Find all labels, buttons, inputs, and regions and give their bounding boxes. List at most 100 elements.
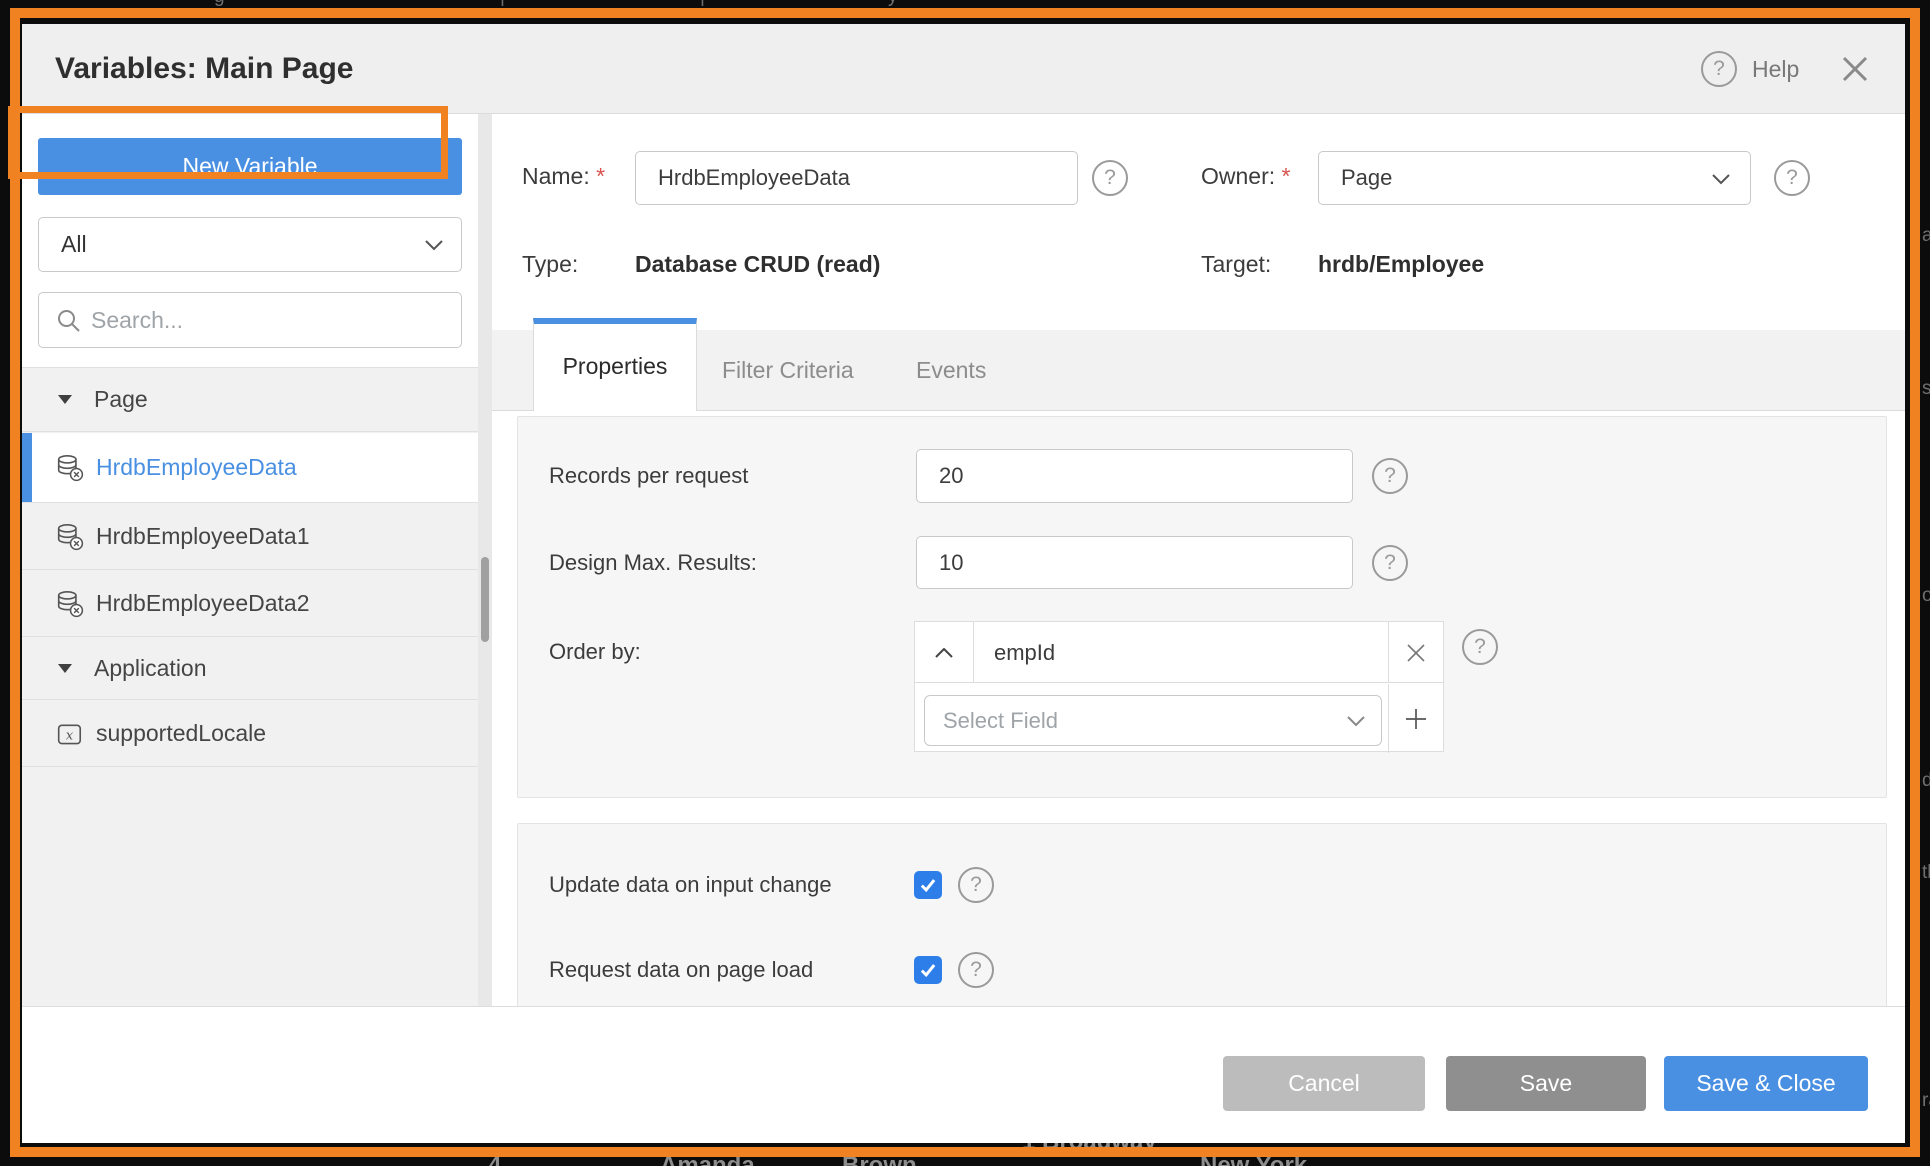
request-on-load-label: Request data on page load bbox=[549, 957, 814, 982]
variable-type-filter-dropdown[interactable]: All bbox=[38, 217, 462, 272]
variables-sidebar: New Variable All Page bbox=[22, 114, 478, 1006]
type-label: Type: bbox=[522, 251, 579, 277]
tree-item-label: HrdbEmployeeData2 bbox=[96, 590, 310, 616]
bg-bottom-row-cell: New York bbox=[1200, 1152, 1308, 1166]
bg-right-fragment: ar bbox=[1922, 225, 1930, 246]
owner-help-icon[interactable]: ? bbox=[1774, 160, 1810, 196]
bg-top-fragment: | bbox=[700, 0, 705, 8]
type-value: Database CRUD (read) bbox=[635, 251, 881, 277]
chevron-down-icon bbox=[425, 240, 443, 251]
tab-events[interactable]: Events bbox=[916, 330, 986, 411]
bg-top-fragment: | bbox=[500, 0, 505, 8]
close-icon[interactable] bbox=[1840, 54, 1870, 89]
tree-item-hrdbemployeedata2[interactable]: HrdbEmployeeData2 bbox=[22, 571, 478, 637]
search-box bbox=[38, 292, 462, 348]
records-per-request-label: Records per request bbox=[549, 463, 749, 488]
tree-item-label: supportedLocale bbox=[96, 720, 267, 746]
select-field-dropdown[interactable]: Select Field bbox=[924, 695, 1382, 746]
owner-value: Page bbox=[1341, 165, 1393, 190]
sort-direction-button[interactable] bbox=[915, 622, 974, 683]
bg-right-fragment: s b bbox=[1922, 378, 1930, 399]
search-input[interactable] bbox=[91, 294, 451, 346]
design-max-results-input[interactable] bbox=[916, 536, 1353, 589]
variables-dialog: Variables: Main Page ? Help New Variable… bbox=[22, 24, 1905, 1143]
properties-panel: Records per request ? Design Max. Result… bbox=[517, 416, 1887, 798]
database-crud-icon bbox=[57, 455, 84, 482]
add-order-field-button[interactable] bbox=[1388, 684, 1443, 753]
caret-up-icon bbox=[935, 647, 953, 658]
tree-item-supportedlocale[interactable]: x supportedLocale bbox=[22, 701, 478, 767]
database-crud-icon bbox=[57, 524, 84, 551]
cancel-button[interactable]: Cancel bbox=[1223, 1056, 1425, 1111]
tree-item-hrdbemployeedata[interactable]: HrdbEmployeeData bbox=[22, 433, 478, 503]
data-options-panel: Update data on input change ? Request da… bbox=[517, 823, 1887, 1007]
bg-right-fragment: ra bbox=[1922, 1090, 1930, 1111]
database-crud-icon bbox=[57, 591, 84, 618]
bg-top-fragment: y bbox=[888, 0, 898, 8]
chevron-down-icon bbox=[1712, 174, 1730, 185]
owner-dropdown[interactable]: Page bbox=[1318, 151, 1751, 205]
variables-tree: Page HrdbEmployeeData HrdbEmployeeData1 … bbox=[22, 367, 478, 1006]
dialog-header: Variables: Main Page ? Help bbox=[22, 24, 1905, 114]
name-input[interactable] bbox=[635, 151, 1078, 205]
required-asterisk: * bbox=[596, 163, 606, 189]
tab-filter-criteria[interactable]: Filter Criteria bbox=[722, 330, 854, 411]
check-icon bbox=[920, 964, 936, 978]
update-on-change-label: Update data on input change bbox=[549, 872, 832, 897]
screenshot-stage: g | | y ar s b or d tle ra me 1 Broadway… bbox=[0, 0, 1930, 1166]
variable-type-filter-value: All bbox=[61, 231, 87, 257]
target-value: hrdb/Employee bbox=[1318, 251, 1485, 277]
order-by-group: empId Select Field bbox=[914, 621, 1444, 753]
request-on-load-help-icon[interactable]: ? bbox=[958, 952, 994, 988]
design-max-results-label: Design Max. Results: bbox=[549, 550, 757, 575]
help-icon[interactable]: ? bbox=[1701, 51, 1737, 87]
triangle-down-icon bbox=[58, 664, 72, 673]
update-on-change-help-icon[interactable]: ? bbox=[958, 867, 994, 903]
svg-text:x: x bbox=[66, 728, 74, 743]
tree-item-label: HrdbEmployeeData1 bbox=[96, 523, 310, 549]
bg-bottom-row-cell: 4 bbox=[488, 1152, 502, 1166]
dialog-title: Variables: Main Page bbox=[55, 52, 354, 85]
tree-group-application[interactable]: Application bbox=[22, 638, 478, 700]
new-variable-button[interactable]: New Variable bbox=[38, 138, 462, 195]
bg-top-fragment: g bbox=[214, 0, 225, 8]
triangle-down-icon bbox=[58, 395, 72, 404]
target-label: Target: bbox=[1201, 251, 1272, 277]
chevron-down-icon bbox=[1347, 716, 1365, 727]
name-label: Name: * bbox=[522, 163, 606, 189]
records-per-request-input[interactable] bbox=[916, 449, 1353, 503]
bg-right-fragment: or bbox=[1922, 585, 1930, 606]
selected-indicator bbox=[22, 433, 32, 502]
save-button[interactable]: Save bbox=[1446, 1056, 1646, 1111]
name-help-icon[interactable]: ? bbox=[1092, 160, 1128, 196]
records-help-icon[interactable]: ? bbox=[1372, 458, 1408, 494]
plus-icon bbox=[1406, 708, 1426, 729]
order-by-field-value[interactable]: empId bbox=[994, 622, 1055, 683]
tree-item-hrdbemployeedata1[interactable]: HrdbEmployeeData1 bbox=[22, 504, 478, 570]
tree-group-page[interactable]: Page bbox=[22, 368, 478, 432]
order-by-help-icon[interactable]: ? bbox=[1462, 629, 1498, 665]
bg-bottom-row-cell: Amanda bbox=[660, 1152, 755, 1166]
tree-item-label: HrdbEmployeeData bbox=[96, 454, 297, 480]
x-icon bbox=[1407, 643, 1425, 662]
max-results-help-icon[interactable]: ? bbox=[1372, 545, 1408, 581]
select-field-placeholder: Select Field bbox=[943, 708, 1058, 733]
remove-order-field-button[interactable] bbox=[1388, 622, 1443, 683]
order-by-label: Order by: bbox=[549, 639, 641, 664]
help-button[interactable]: Help bbox=[1752, 24, 1799, 114]
required-asterisk: * bbox=[1281, 163, 1291, 189]
tree-group-label: Application bbox=[94, 655, 207, 681]
sidebar-scrollbar-thumb[interactable] bbox=[481, 557, 489, 642]
update-on-change-checkbox[interactable] bbox=[914, 871, 942, 899]
order-by-row: empId bbox=[915, 622, 1443, 683]
bg-bottom-row-cell: Brown bbox=[842, 1152, 917, 1166]
tab-properties[interactable]: Properties bbox=[533, 318, 697, 411]
variable-icon: x bbox=[57, 724, 82, 745]
dialog-footer: Cancel Save Save & Close bbox=[22, 1006, 1905, 1143]
bg-right-fragment: tle bbox=[1922, 862, 1930, 883]
owner-label: Owner: * bbox=[1201, 163, 1291, 189]
check-icon bbox=[920, 879, 936, 893]
request-on-load-checkbox[interactable] bbox=[914, 956, 942, 984]
save-and-close-button[interactable]: Save & Close bbox=[1664, 1056, 1868, 1111]
bg-right-fragment: d bbox=[1922, 770, 1930, 791]
